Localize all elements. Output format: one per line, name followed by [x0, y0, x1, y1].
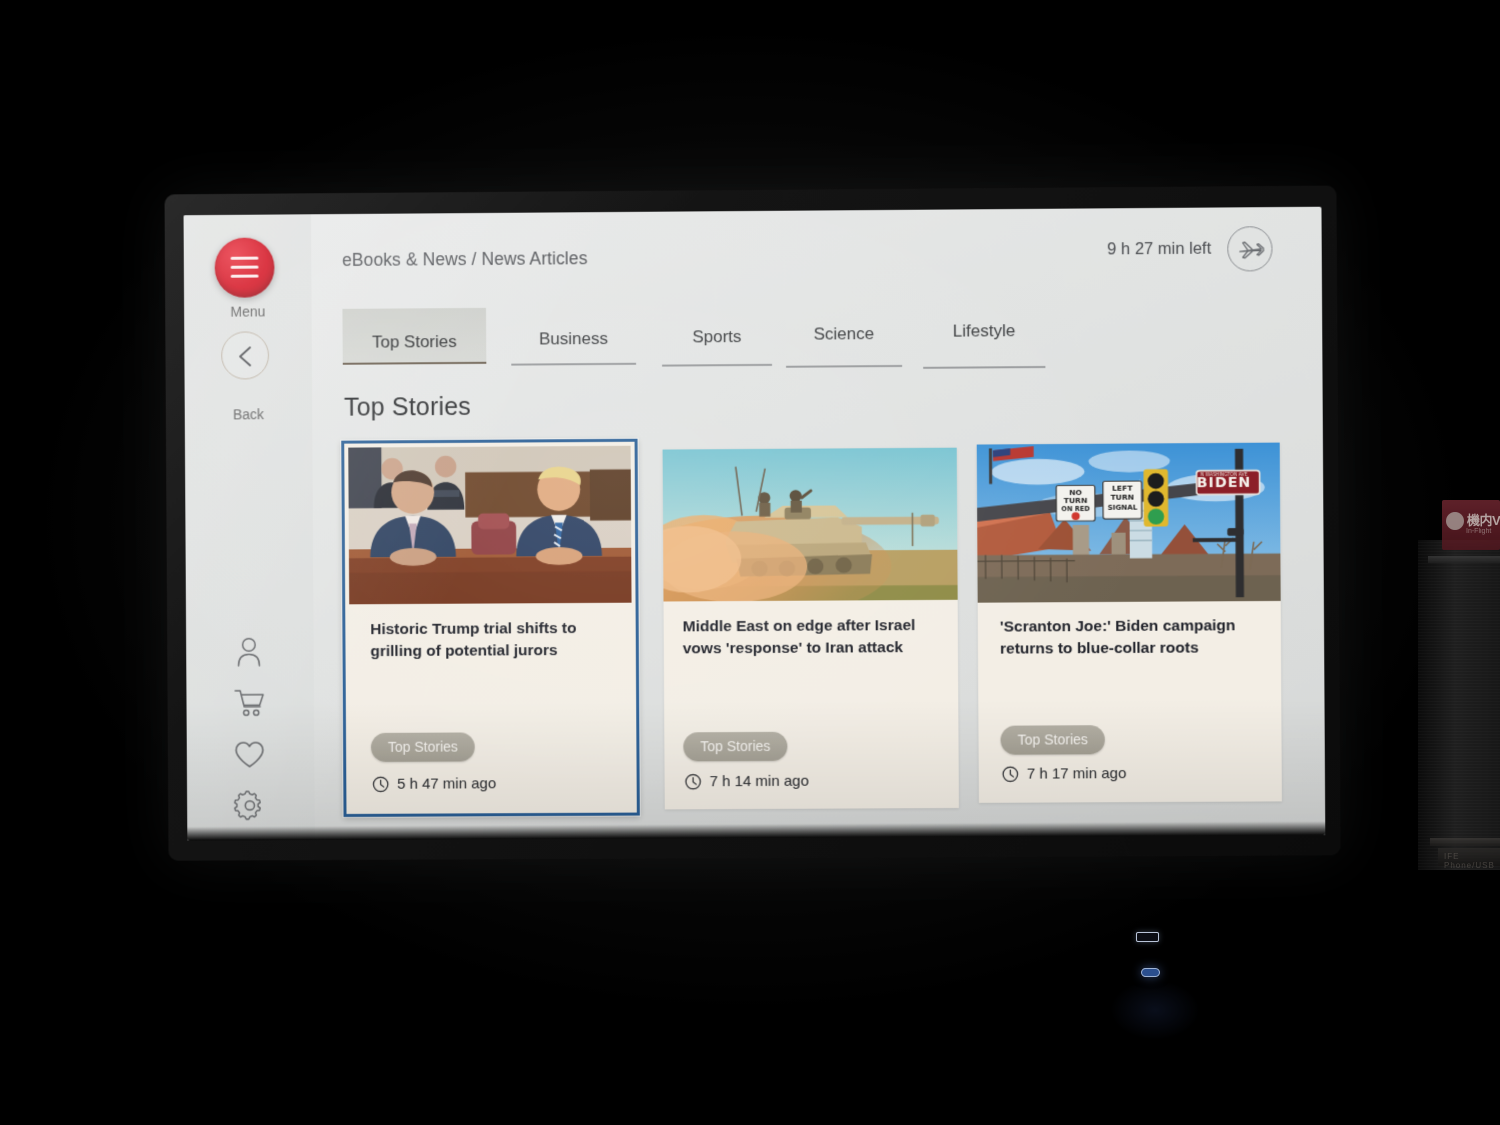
svg-text:LEFT: LEFT [1112, 484, 1133, 493]
flight-info-button[interactable] [1227, 226, 1273, 272]
cabin-shelf-bottom [1430, 838, 1500, 846]
article-thumbnail: NO TURN ON RED LEFT TURN SIGNAL BIDEN N … [976, 442, 1281, 603]
tab-label: Lifestyle [952, 321, 1016, 341]
tab-label: Business [539, 328, 609, 349]
gear-icon[interactable] [233, 788, 267, 822]
inflight-placard: 機内V In-Flight [1442, 500, 1500, 550]
flight-time-remaining: 9 h 27 min left [1107, 239, 1212, 259]
article-card[interactable]: NO TURN ON RED LEFT TURN SIGNAL BIDEN N … [976, 442, 1282, 803]
profile-icon[interactable] [232, 635, 266, 669]
placard-subtitle: In-Flight [1466, 528, 1492, 535]
article-timestamp: 7 h 17 min ago [1002, 765, 1127, 783]
heart-icon[interactable] [233, 738, 267, 772]
cabin-port-label-plate: IFE Phone/USB [1438, 848, 1500, 870]
clock-icon [372, 776, 389, 793]
hamburger-menu-icon-bar [230, 265, 259, 269]
svg-text:BIDEN: BIDEN [1197, 475, 1252, 491]
ife-display: Menu Back eBooks & News / News Articles … [164, 185, 1341, 861]
hamburger-menu-icon-bar [230, 274, 259, 278]
article-timestamp: 5 h 47 min ago [372, 775, 496, 793]
svg-text:SIGNAL: SIGNAL [1108, 504, 1138, 512]
breadcrumb[interactable]: eBooks & News / News Articles [342, 248, 588, 271]
article-time-text: 7 h 17 min ago [1026, 765, 1127, 783]
display-screen: Menu Back eBooks & News / News Articles … [183, 206, 1326, 841]
menu-button[interactable] [214, 237, 275, 298]
tab-underline [342, 361, 487, 365]
article-card[interactable]: Middle East on edge after Israel vows 'r… [662, 447, 959, 810]
back-label: Back [232, 406, 264, 423]
usb-c-port[interactable] [1141, 968, 1160, 977]
article-title: Middle East on edge after Israel vows 'r… [682, 617, 916, 658]
clock-icon [1002, 766, 1019, 783]
tab-science[interactable]: Science [786, 311, 903, 368]
tab-label: Top Stories [371, 332, 457, 352]
article-thumbnail [662, 447, 958, 602]
article-thumbnail [348, 445, 632, 605]
svg-text:TURN: TURN [1111, 493, 1135, 502]
article-title: Historic Trump trial shifts to grilling … [370, 619, 577, 661]
article-time-text: 5 h 47 min ago [397, 775, 497, 793]
placard-title: 機内V [1467, 513, 1500, 528]
clock-icon [685, 774, 702, 790]
dark-cabin-background: 機内V In-Flight IFE Phone/USB Menu Back eB… [0, 0, 1500, 1125]
shopping-cart-icon[interactable] [232, 685, 266, 719]
tab-underline [511, 362, 637, 366]
hamburger-menu-icon [230, 256, 259, 260]
port-led-glow [1110, 980, 1200, 1040]
menu-label: Menu [230, 303, 266, 320]
usb-a-port[interactable] [1136, 932, 1159, 942]
tab-label: Sports [692, 327, 742, 347]
article-card[interactable]: Historic Trump trial shifts to grilling … [341, 438, 640, 817]
news-app: Menu Back eBooks & News / News Articles … [183, 207, 1326, 841]
back-button[interactable] [221, 331, 270, 380]
svg-text:TURN: TURN [1064, 496, 1088, 505]
cabin-shelf-top [1428, 556, 1500, 563]
article-title: 'Scranton Joe:' Biden campaign returns t… [999, 617, 1236, 659]
page-title: Top Stories [343, 392, 471, 422]
cabin-port-label-text: IFE Phone/USB [1444, 852, 1495, 870]
sidebar: Menu Back [183, 214, 315, 841]
tab-top-stories[interactable]: Top Stories [342, 307, 487, 365]
cabin-wall-texture [1418, 540, 1500, 870]
tab-label: Science [813, 324, 875, 344]
article-category-badge: Top Stories [370, 732, 475, 762]
tab-sports[interactable]: Sports [662, 310, 773, 367]
svg-text:ON RED: ON RED [1061, 505, 1090, 513]
article-time-text: 7 h 14 min ago [709, 772, 809, 791]
placard-badge-icon [1446, 512, 1464, 530]
tab-underline [923, 365, 1046, 369]
tab-underline [662, 363, 773, 367]
article-category-badge: Top Stories [1000, 725, 1105, 755]
tab-underline [786, 364, 903, 368]
chevron-left-icon [239, 347, 252, 368]
tab-lifestyle[interactable]: Lifestyle [923, 312, 1046, 369]
svg-text:N WASHINGTON AVE: N WASHINGTON AVE [1200, 471, 1247, 477]
article-timestamp: 7 h 14 min ago [685, 773, 809, 791]
tab-business[interactable]: Business [511, 309, 637, 366]
airplane-icon [1237, 237, 1264, 262]
article-category-badge: Top Stories [683, 731, 788, 762]
